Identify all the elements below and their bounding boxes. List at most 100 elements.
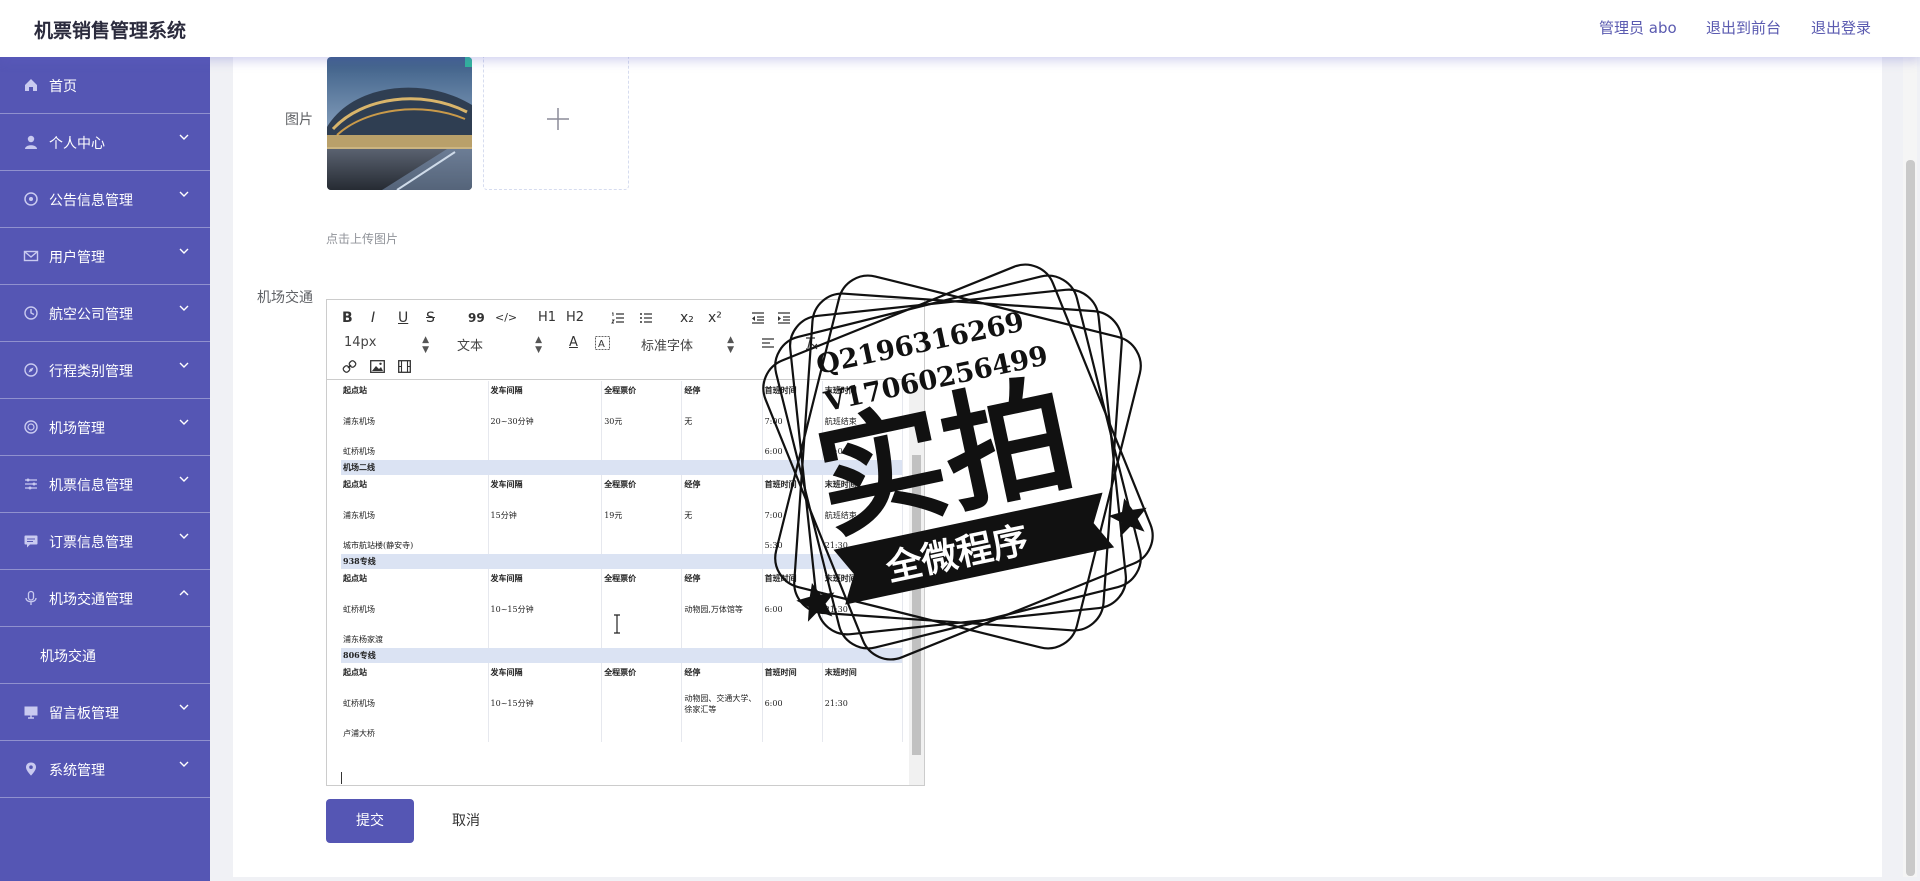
sidebar-item-notice[interactable]: 公告信息管理 [0, 171, 210, 228]
indent-icon[interactable] [777, 311, 791, 325]
table-row: 起点站 发车间隔 全程票价 经停 首班时间 末班时间 [341, 475, 904, 494]
table-cell: 30元 [601, 400, 683, 443]
table-cell: 首班时间 [762, 569, 823, 588]
table-cell [681, 443, 763, 460]
sidebar-item-label: 首页 [49, 79, 77, 95]
exit-to-frontend-link[interactable]: 退出到前台 [1706, 17, 1781, 38]
code-block-button[interactable]: </> [495, 310, 517, 326]
table-row: 机场二线 [341, 460, 903, 475]
table-cell: 全程票价 [601, 663, 683, 682]
table-cell: 城市航站楼(静安寺) [341, 537, 489, 554]
sidebar-item-system[interactable]: 系统管理 [0, 741, 210, 798]
home-icon [25, 79, 37, 91]
table-cell: 末班时间 [822, 475, 904, 494]
sidebar-item-home[interactable]: 首页 [0, 57, 210, 114]
sidebar-item-label: 航空公司管理 [49, 307, 133, 323]
video-icon[interactable] [398, 360, 411, 373]
sidebar-subitem-label: 机场交通 [40, 649, 96, 665]
page-scrollbar-thumb[interactable] [1906, 160, 1915, 876]
editor-scrollbar-thumb[interactable] [912, 455, 921, 755]
sliders-icon [25, 478, 37, 490]
clear-format-icon[interactable] [803, 336, 818, 350]
mail-icon [23, 250, 39, 262]
blockquote-button[interactable]: 99 [468, 310, 485, 326]
link-icon[interactable] [342, 359, 357, 374]
table-cell: 航班结束 [822, 400, 904, 443]
align-icon[interactable] [761, 337, 775, 350]
sidebar-item-airport[interactable]: 机场管理 [0, 399, 210, 456]
table-row: 起点站 发车间隔 全程票价 经停 首班时间 末班时间 [341, 569, 904, 588]
heading1-button[interactable]: H1 [538, 310, 556, 326]
table-cell: 首班时间 [762, 381, 823, 400]
image-label: 图片 [285, 112, 313, 128]
font-family-value: 标准字体 [641, 339, 694, 354]
table-row: 浦东机场 20~30分钟 30元无 7:00 航班结束 [341, 400, 904, 443]
table-cell: 动物园、交通大学、徐家汇等 [681, 682, 763, 725]
user-icon [25, 135, 37, 149]
select-arrow-icon: ▲ ▼ [535, 335, 542, 355]
table-cell [762, 631, 823, 648]
table-cell: 首班时间 [762, 663, 823, 682]
sidebar-item-airport-traffic[interactable]: 机场交通管理 [0, 570, 210, 627]
bullet-list-icon[interactable] [639, 311, 653, 325]
upload-image-button[interactable] [483, 57, 629, 190]
sidebar: 首页 个人中心 公告信息管理 用户管理 航空公司管理 行程类别管理 机场管理 机… [0, 57, 210, 881]
underline-button[interactable]: U [398, 310, 408, 326]
chevron-down-icon [179, 533, 189, 539]
admin-user-link[interactable]: 管理员 abo [1599, 17, 1677, 38]
uploaded-airport-image[interactable] [327, 57, 472, 190]
table-cell: 末班时间 [822, 381, 904, 400]
chevron-down-icon [179, 476, 189, 482]
sidebar-item-airline[interactable]: 航空公司管理 [0, 285, 210, 342]
table-row: 起点站 发车间隔 全程票价 经停 首班时间 末班时间 [341, 381, 904, 400]
sidebar-item-personal[interactable]: 个人中心 [0, 114, 210, 171]
image-icon[interactable] [370, 360, 385, 373]
table-cell: 经停 [681, 663, 763, 682]
sidebar-item-label: 行程类别管理 [49, 364, 133, 380]
cancel-button[interactable]: 取消 [426, 799, 506, 843]
italic-button[interactable]: I [371, 310, 375, 326]
sidebar-item-trip-category[interactable]: 行程类别管理 [0, 342, 210, 399]
table-cell: 经停 [681, 475, 763, 494]
bold-button[interactable]: B [342, 310, 353, 326]
strike-button[interactable]: S [426, 310, 435, 326]
table-row: 城市航站楼(静安寺) 5:30 21:30 [341, 537, 904, 554]
table-cell [681, 631, 763, 648]
sidebar-item-booking[interactable]: 订票信息管理 [0, 513, 210, 570]
sidebar-item-label: 机场交通管理 [49, 592, 133, 608]
sidebar-item-users[interactable]: 用户管理 [0, 228, 210, 285]
font-size-select[interactable]: 14px ▲ ▼ [344, 335, 429, 355]
table-row: 浦东机场 15分钟 19元无 7:00 航班结束 [341, 494, 904, 537]
font-size-value: 14px [344, 335, 377, 350]
submit-button[interactable]: 提交 [326, 799, 414, 843]
table-cell: 卢浦大桥 [341, 725, 489, 742]
table-cell: 6:00 [762, 588, 823, 631]
table-cell [681, 725, 763, 742]
table-cell [762, 725, 823, 742]
block-type-select[interactable]: 文本 ▲ ▼ [457, 335, 542, 355]
logout-link[interactable]: 退出登录 [1811, 17, 1871, 38]
sidebar-item-label: 机票信息管理 [49, 478, 133, 494]
subscript-button[interactable]: x₂ [680, 310, 694, 326]
table-cell: 起点站 [341, 381, 489, 400]
table-cell: 发车间隔 [488, 569, 603, 588]
sidebar-item-label: 公告信息管理 [49, 193, 133, 209]
sidebar-subitem-airport-traffic[interactable]: 机场交通 [0, 627, 210, 684]
superscript-button[interactable]: x² [708, 310, 722, 326]
sidebar-item-message-board[interactable]: 留言板管理 [0, 684, 210, 741]
table-cell [822, 631, 904, 648]
sidebar-item-label: 用户管理 [49, 250, 105, 266]
table-cell: 5:30 [762, 537, 823, 554]
heading2-button[interactable]: H2 [566, 310, 584, 326]
rich-text-editor[interactable]: B I U S 99 </> H1 H2 x₂ x² 14px ▲ ▼ 文本 ▲ ▼ A… [326, 299, 925, 786]
ordered-list-icon[interactable] [611, 311, 625, 325]
plus-icon [547, 108, 569, 130]
table-row: 卢浦大桥 [341, 725, 904, 742]
table-cell: 21:30 [822, 588, 904, 631]
sidebar-item-ticket[interactable]: 机票信息管理 [0, 456, 210, 513]
font-family-select[interactable]: 标准字体 ▲ ▼ [641, 335, 734, 355]
background-color-icon[interactable]: A [595, 336, 610, 350]
editor-content[interactable]: 起点站 发车间隔 全程票价 经停 首班时间 末班时间 浦东机场 20~30分钟 30元无 7:00… [327, 381, 924, 785]
outdent-icon[interactable] [751, 311, 765, 325]
font-color-icon[interactable]: A [569, 335, 578, 351]
